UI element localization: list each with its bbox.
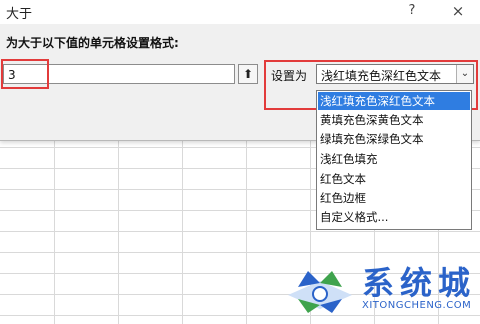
dialog-titlebar: 大于 ? × [0, 0, 480, 24]
format-option[interactable]: 绿填充色深绿色文本 [318, 130, 470, 148]
watermark-brand: 系统城 [362, 264, 477, 302]
dialog-prompt: 为大于以下值的单元格设置格式: [6, 36, 179, 50]
watermark-url: XITONGCHENG.COM [362, 300, 472, 311]
dialog-title: 大于 [6, 7, 33, 22]
format-option[interactable]: 浅红色填充 [318, 150, 470, 168]
format-dropdown-list: 浅红填充色深红色文本 黄填充色深黄色文本 绿填充色深绿色文本 浅红色填充 红色文… [316, 90, 472, 230]
collapse-range-button[interactable]: ⬆ [238, 64, 258, 84]
watermark-logo-icon [288, 271, 352, 313]
range-select-icon: ⬆ [242, 67, 254, 81]
format-option[interactable]: 红色边框 [318, 189, 470, 207]
format-option[interactable]: 自定义格式... [318, 208, 470, 226]
help-button[interactable]: ? [404, 2, 420, 20]
annotation-box-input [1, 59, 49, 89]
format-option[interactable]: 红色文本 [318, 170, 470, 188]
close-button[interactable]: × [450, 2, 466, 20]
format-option[interactable]: 黄填充色深黄色文本 [318, 111, 470, 129]
format-option[interactable]: 浅红填充色深红色文本 [318, 92, 470, 110]
